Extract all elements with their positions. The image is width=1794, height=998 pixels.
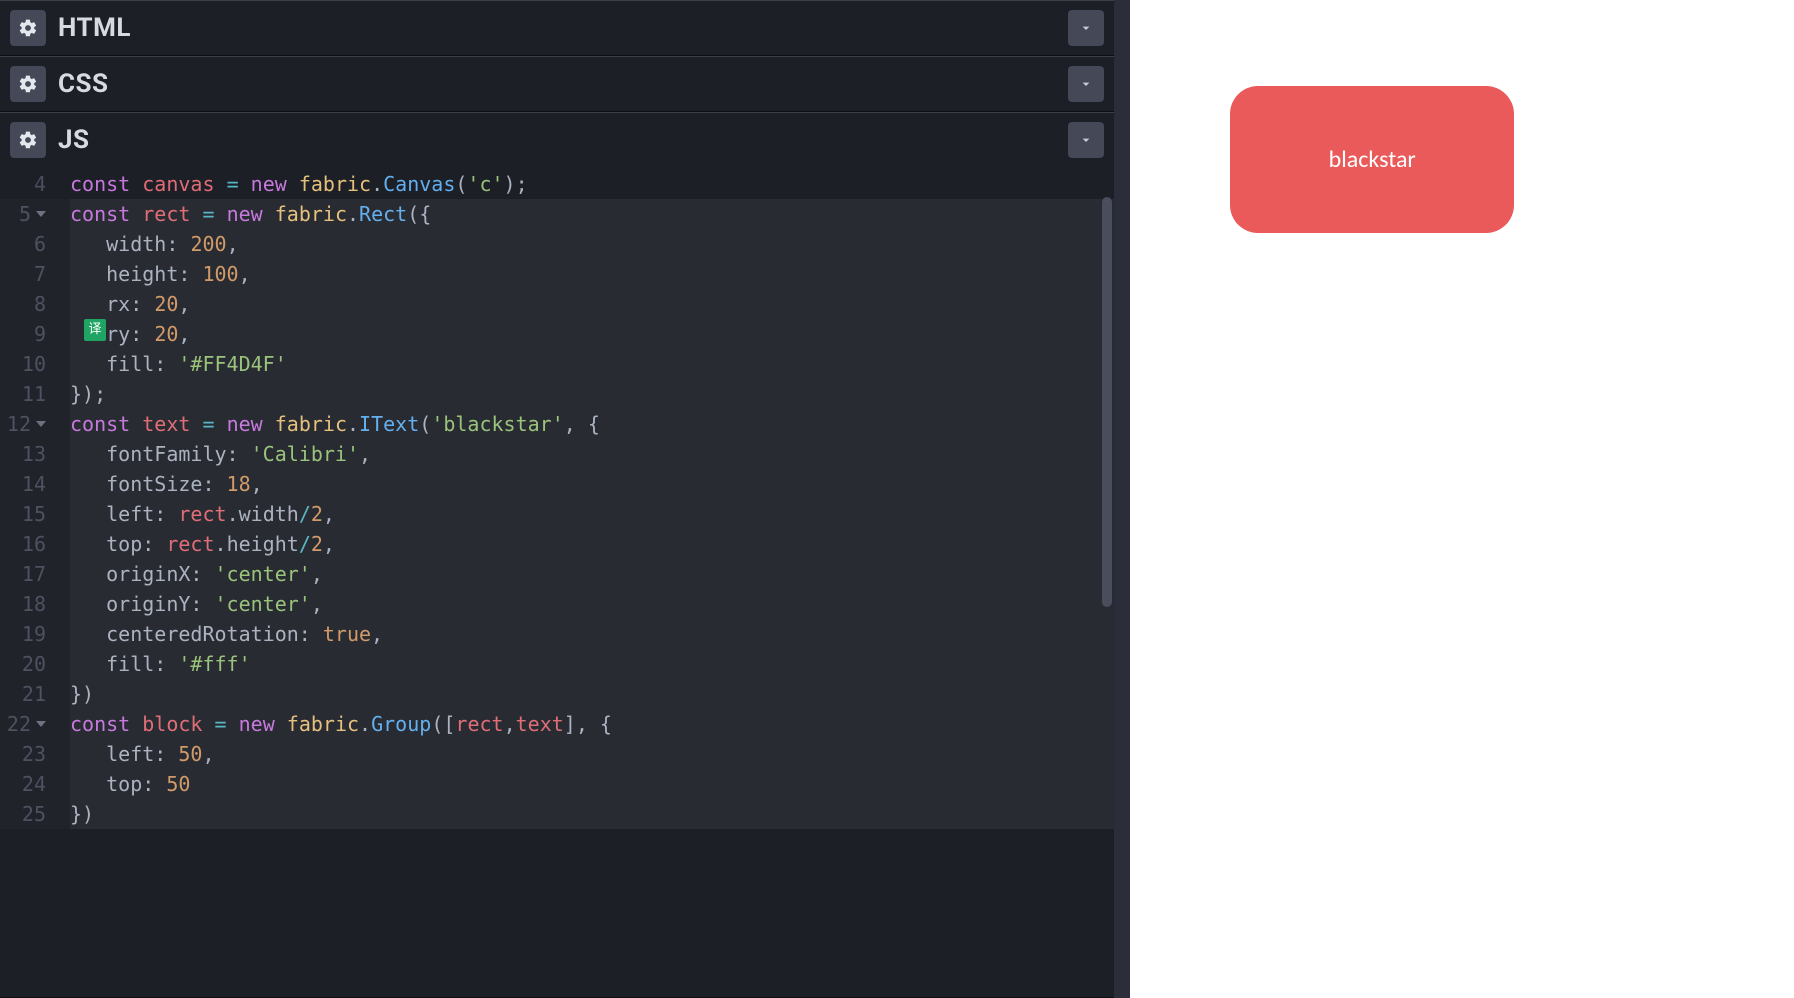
code-line[interactable]: fill: '#FF4D4F' bbox=[70, 349, 1114, 379]
code-line[interactable]: left: rect.width/2, bbox=[70, 499, 1114, 529]
code-line[interactable]: const text = new fabric.IText('blackstar… bbox=[70, 409, 1114, 439]
chevron-down-icon bbox=[1078, 76, 1094, 92]
panel-header-html: HTML bbox=[0, 1, 1114, 55]
chevron-down-icon bbox=[1078, 20, 1094, 36]
code-line[interactable]: originY: 'center', bbox=[70, 589, 1114, 619]
code-line[interactable]: fontFamily: 'Calibri', bbox=[70, 439, 1114, 469]
panel-html: HTML bbox=[0, 0, 1114, 56]
scrollbar-thumb[interactable] bbox=[1102, 197, 1112, 607]
preview-rect[interactable]: blackstar bbox=[1230, 86, 1514, 233]
gear-button-js[interactable] bbox=[10, 122, 46, 158]
code-content[interactable]: const canvas = new fabric.Canvas('c');co… bbox=[56, 167, 1114, 997]
panel-title-js: JS bbox=[58, 125, 90, 155]
collapse-button-js[interactable] bbox=[1068, 122, 1104, 158]
code-line[interactable]: }) bbox=[70, 679, 1114, 709]
line-number: 4 bbox=[0, 169, 46, 199]
code-line[interactable]: height: 100, bbox=[70, 259, 1114, 289]
code-line[interactable]: centeredRotation: true, bbox=[70, 619, 1114, 649]
gear-icon bbox=[18, 18, 38, 38]
code-line[interactable]: width: 200, bbox=[70, 229, 1114, 259]
chevron-down-icon bbox=[1078, 132, 1094, 148]
code-line[interactable]: }) bbox=[70, 799, 1114, 829]
collapse-button-html[interactable] bbox=[1068, 10, 1104, 46]
code-line[interactable]: rx: 20, bbox=[70, 289, 1114, 319]
preview-rect-text: blackstar bbox=[1329, 145, 1416, 174]
code-line[interactable]: top: 50 bbox=[70, 769, 1114, 799]
code-line[interactable]: fill: '#fff' bbox=[70, 649, 1114, 679]
preview-pane: blackstar bbox=[1130, 0, 1794, 998]
code-line[interactable]: left: 50, bbox=[70, 739, 1114, 769]
panel-title-css: CSS bbox=[58, 69, 109, 99]
gear-icon bbox=[18, 130, 38, 150]
code-line[interactable]: ry: 20,译 bbox=[70, 319, 1114, 349]
editor-column: HTML CSS JS 45678 bbox=[0, 0, 1130, 998]
code-line[interactable]: const block = new fabric.Group([rect,tex… bbox=[70, 709, 1114, 739]
panel-header-js: JS bbox=[0, 113, 1114, 167]
code-line[interactable]: }); bbox=[70, 379, 1114, 409]
code-line[interactable]: fontSize: 18, bbox=[70, 469, 1114, 499]
panel-header-css: CSS bbox=[0, 57, 1114, 111]
gear-button-html[interactable] bbox=[10, 10, 46, 46]
translate-badge[interactable]: 译 bbox=[84, 319, 106, 341]
panel-css: CSS bbox=[0, 56, 1114, 112]
code-line[interactable]: top: rect.height/2, bbox=[70, 529, 1114, 559]
panel-js: JS 4567891011121314151617181920212223242… bbox=[0, 112, 1114, 998]
collapse-button-css[interactable] bbox=[1068, 66, 1104, 102]
code-line[interactable]: const canvas = new fabric.Canvas('c'); bbox=[70, 169, 1114, 199]
code-line[interactable]: const rect = new fabric.Rect({ bbox=[70, 199, 1114, 229]
code-line[interactable]: originX: 'center', bbox=[70, 559, 1114, 589]
code-editor-js[interactable]: 45678910111213141516171819202122232425 c… bbox=[0, 167, 1114, 997]
panel-title-html: HTML bbox=[58, 13, 131, 43]
gear-icon bbox=[18, 74, 38, 94]
gear-button-css[interactable] bbox=[10, 66, 46, 102]
